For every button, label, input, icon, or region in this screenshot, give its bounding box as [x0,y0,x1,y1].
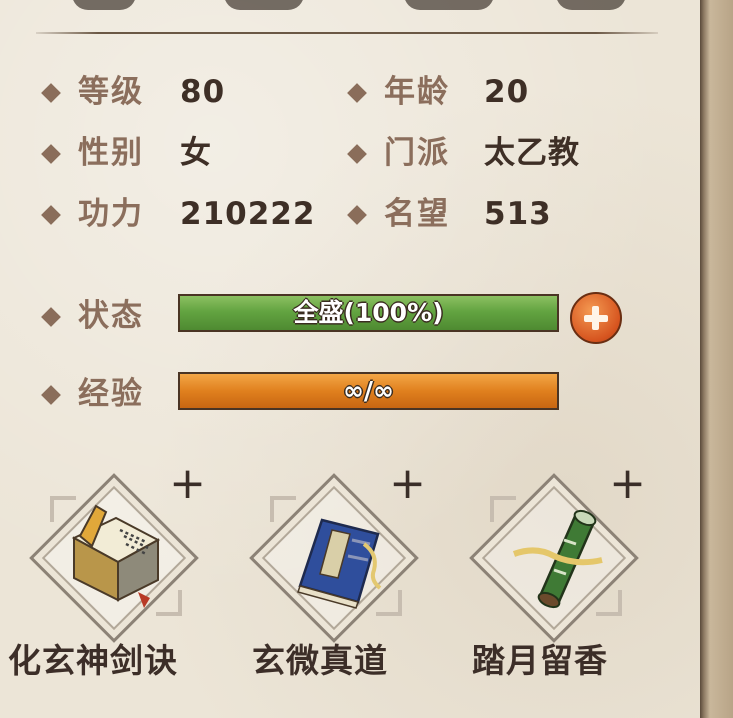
skill-slot-3[interactable]: + [466,462,646,643]
add-skill-button[interactable]: + [609,462,646,506]
blue-book-icon [297,518,382,609]
bullet-diamond-icon [41,144,61,164]
bullet-diamond-icon [41,307,61,327]
power-value: 210222 [180,196,316,232]
age-value: 20 [484,74,530,110]
bullet-diamond-icon [41,83,61,103]
level-label: 等级 [78,74,144,110]
fame-label: 名望 [384,196,450,232]
skill-slot-1[interactable]: + [26,462,206,643]
green-scroll-icon [512,509,603,609]
bullet-diamond-icon [41,385,61,405]
status-label: 状态 [78,298,144,334]
sect-value: 太乙教 [484,135,580,171]
bullet-diamond-icon [347,205,367,225]
skill-name-1: 化玄神剑诀 [8,641,178,680]
experience-label: 经验 [78,376,144,412]
experience-bar: ∞/∞ [178,372,559,410]
skill-name-2: 玄微真道 [252,641,388,680]
restore-status-button[interactable] [570,292,622,344]
power-label: 功力 [78,196,144,232]
bullet-diamond-icon [347,144,367,164]
bullet-diamond-icon [347,83,367,103]
skill-name-3: 踏月留香 [472,641,608,680]
age-label: 年龄 [384,74,450,110]
experience-bar-text: ∞/∞ [343,376,394,405]
gender-value: 女 [180,135,212,171]
plus-icon-stroke [592,306,599,330]
gender-label: 性别 [78,135,144,171]
level-value: 80 [180,74,226,110]
sect-label: 门派 [384,135,450,171]
add-skill-button[interactable]: + [389,462,426,506]
skill-slot-2[interactable]: + [246,462,426,643]
panel-right-border [700,0,733,718]
status-bar-text: 全盛(100%) [293,298,444,327]
character-info-panel: 等级 80 年龄 20 性别 女 门派 太乙教 功力 210222 名望 513… [0,0,705,718]
bullet-diamond-icon [41,205,61,225]
status-bar: 全盛(100%) [178,294,559,332]
golden-book-icon [71,504,161,608]
add-skill-button[interactable]: + [169,462,206,506]
section-divider [36,32,658,34]
fame-value: 513 [484,196,552,232]
